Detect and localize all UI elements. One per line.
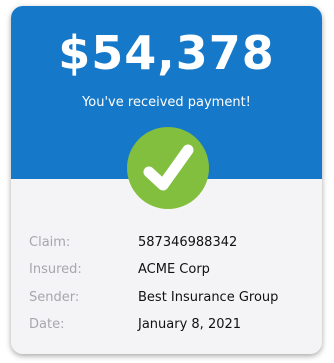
detail-value-insured: ACME Corp bbox=[138, 262, 210, 277]
payment-message: You've received payment! bbox=[82, 95, 251, 110]
checkmark-icon bbox=[143, 144, 194, 191]
detail-label-date: Date: bbox=[29, 317, 65, 332]
detail-label-sender: Sender: bbox=[29, 290, 80, 305]
detail-row-date: Date: January 8, 2021 bbox=[11, 314, 322, 336]
detail-value-date: January 8, 2021 bbox=[138, 317, 242, 332]
detail-row-sender: Sender: Best Insurance Group bbox=[11, 287, 322, 309]
success-badge bbox=[127, 127, 209, 209]
detail-value-claim: 587346988342 bbox=[138, 235, 238, 250]
detail-value-sender: Best Insurance Group bbox=[138, 290, 279, 305]
detail-label-insured: Insured: bbox=[29, 262, 82, 277]
detail-label-claim: Claim: bbox=[29, 235, 71, 250]
payment-amount: $54,378 bbox=[58, 26, 275, 80]
payment-card: $54,378 You've received payment! Claim: … bbox=[11, 6, 322, 354]
detail-row-insured: Insured: ACME Corp bbox=[11, 259, 322, 281]
detail-row-claim: Claim: 587346988342 bbox=[11, 232, 322, 254]
